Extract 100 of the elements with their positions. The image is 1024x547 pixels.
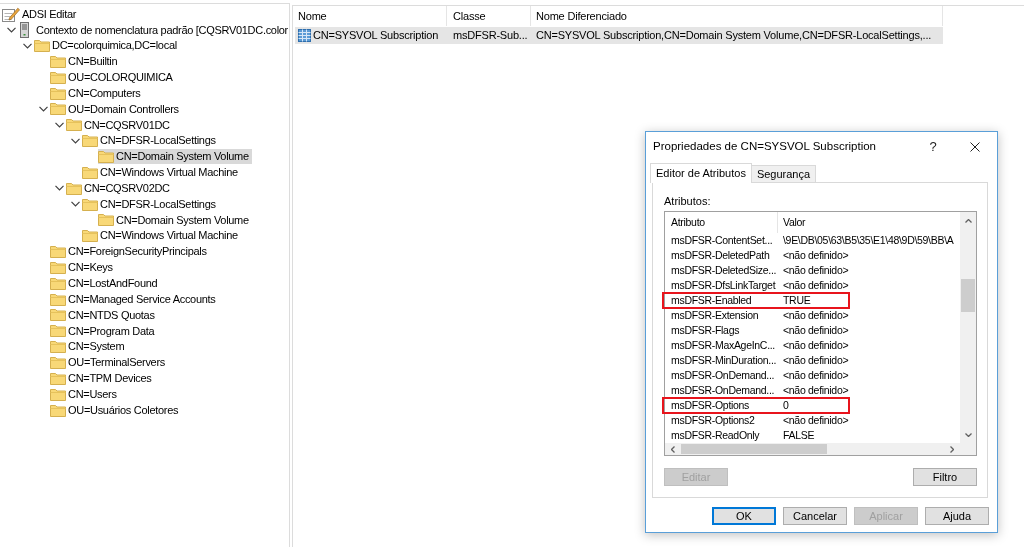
tree-item[interactable]: CN=TPM Devices xyxy=(50,370,155,387)
tree-item[interactable]: CN=Windows Virtual Machine xyxy=(82,164,241,181)
table-cell-text: msDFSR-Sub... xyxy=(453,28,528,44)
tree-item[interactable]: CN=LostAndFound xyxy=(50,275,161,292)
attribute-list[interactable] xyxy=(664,211,977,456)
folder-icon xyxy=(50,371,66,385)
chevron-down-icon[interactable] xyxy=(6,26,16,33)
table-cell-text: <não definido> xyxy=(782,277,850,293)
table-cell-text: msDFSR-ReadOnly xyxy=(670,427,761,443)
table-cell-text: <não definido> xyxy=(782,412,850,428)
table-cell-text: msDFSR-Flags xyxy=(670,322,741,338)
table-cell-text: msDFSR-DeletedPath xyxy=(670,247,771,263)
tree-item[interactable]: CN=Windows Virtual Machine xyxy=(82,227,241,244)
table-cell-text: msDFSR-ContentSet... xyxy=(670,232,774,248)
tree-item[interactable]: ADSI Editar xyxy=(2,6,80,22)
tree-item[interactable]: CN=Keys xyxy=(50,259,116,276)
tree-item[interactable]: CN=Builtin xyxy=(50,53,121,70)
chevron-down-icon[interactable] xyxy=(70,201,80,208)
tree-item[interactable]: CN=DFSR-LocalSettings xyxy=(82,132,219,149)
list-row[interactable]: CN=SYSVOL Subscription msDFSR-Sub... CN=SYSVOL Subscription,CN=Domain System Volume,CN=DFSR-LocalSettings,... xyxy=(295,27,943,44)
tree-item[interactable]: CN=Managed Service Accounts xyxy=(50,291,219,308)
tree-item[interactable]: CN=ForeignSecurityPrincipals xyxy=(50,243,210,260)
tree-item[interactable]: Contexto de nomenclatura padrão [CQSRV01DC.color xyxy=(18,21,291,38)
chevron-right-icon[interactable] xyxy=(950,445,954,453)
tree-item[interactable]: CN=Computers xyxy=(50,85,144,102)
table-cell-text: msDFSR-Options2 xyxy=(670,412,756,428)
folder-icon xyxy=(50,86,66,100)
tab[interactable]: Segurança xyxy=(751,165,817,182)
table-cell-text: msDFSR-DfsLinkTarget xyxy=(670,277,777,293)
tree-item[interactable]: CN=CQSRV02DC xyxy=(66,180,173,197)
table-cell-text: <não definido> xyxy=(782,262,850,278)
field-label: Atributos: xyxy=(664,194,711,208)
scrollbar-thumb[interactable] xyxy=(961,279,975,312)
table-cell-text: <não definido> xyxy=(782,382,850,398)
table-cell-text: msDFSR-DeletedSize... xyxy=(670,262,778,278)
push-button[interactable]: Cancelar xyxy=(783,507,847,525)
column-header[interactable]: Valor xyxy=(778,212,960,233)
table-cell-text: 0 xyxy=(782,397,790,413)
folder-icon xyxy=(98,213,114,227)
table-cell-text: msDFSR-Enabled xyxy=(670,292,753,308)
table-cell-text: msDFSR-OnDemand... xyxy=(670,382,776,398)
folder-icon xyxy=(50,54,66,68)
chevron-down-icon[interactable] xyxy=(38,106,48,112)
tab[interactable]: Editor de Atributos xyxy=(650,163,752,183)
help-button[interactable]: ? xyxy=(913,132,953,161)
tree-item[interactable]: CN=DFSR-LocalSettings xyxy=(82,196,219,212)
chevron-down-icon[interactable] xyxy=(70,137,80,144)
tree-item[interactable]: CN=Domain System Volume xyxy=(98,211,252,228)
chevron-down-icon[interactable] xyxy=(964,432,972,437)
column-header[interactable]: Nome Diferenciado xyxy=(531,6,943,26)
table-cell-text: \9E\DB\05\63\B5\35\E1\48\9D\59\BB\A xyxy=(782,232,955,248)
notepad-pencil-icon xyxy=(2,5,20,22)
column-header[interactable]: Classe xyxy=(447,6,531,26)
tree-item[interactable]: CN=Domain System Volume xyxy=(98,148,252,165)
push-button[interactable]: Filtro xyxy=(913,468,977,486)
table-icon xyxy=(298,29,311,42)
table-cell-text: msDFSR-Extension xyxy=(670,307,760,323)
chevron-down-icon[interactable] xyxy=(54,185,64,192)
tree-item[interactable]: DC=colorquimica,DC=local xyxy=(34,37,180,54)
folder-icon xyxy=(50,340,66,354)
folder-icon xyxy=(50,245,66,259)
folder-icon xyxy=(50,324,66,338)
tree-item[interactable]: CN=Users xyxy=(50,386,120,403)
folder-icon xyxy=(50,292,66,306)
push-button[interactable]: Ajuda xyxy=(925,507,989,525)
folder-icon xyxy=(98,150,114,163)
table-cell-text: FALSE xyxy=(782,427,816,443)
table-cell-text: msDFSR-OnDemand... xyxy=(670,367,776,383)
table-cell-text: <não definido> xyxy=(782,352,850,368)
table-cell-text: msDFSR-MinDuration... xyxy=(670,352,778,368)
tree-item[interactable]: CN=System xyxy=(50,338,128,355)
folder-icon xyxy=(50,403,66,417)
table-cell-text: <não definido> xyxy=(782,247,850,263)
table-cell-text: TRUE xyxy=(782,292,812,308)
window-title: Propriedades de CN=SYSVOL Subscription xyxy=(652,138,877,154)
chevron-up-icon[interactable] xyxy=(964,218,972,223)
tree-item[interactable]: OU=Domain Controllers xyxy=(50,101,182,117)
vertical-scrollbar[interactable] xyxy=(960,212,976,443)
chevron-left-icon[interactable] xyxy=(671,445,675,453)
column-header[interactable]: Atributo xyxy=(665,212,778,233)
folder-icon xyxy=(66,181,82,195)
tree-item[interactable]: OU=COLORQUIMICA xyxy=(50,69,176,86)
table-cell-text: CN=SYSVOL Subscription xyxy=(313,28,439,44)
tree-item[interactable]: CN=CQSRV01DC xyxy=(66,116,173,133)
close-icon xyxy=(970,141,980,152)
folder-icon xyxy=(82,165,98,179)
tree-item[interactable]: CN=Program Data xyxy=(50,322,158,339)
folder-icon xyxy=(66,118,82,132)
tree-item[interactable]: CN=NTDS Quotas xyxy=(50,307,158,323)
column-header[interactable]: Nome xyxy=(293,6,447,26)
folder-icon xyxy=(82,229,98,243)
chevron-down-icon[interactable] xyxy=(22,42,32,49)
folder-icon xyxy=(34,39,50,53)
push-button[interactable]: OK xyxy=(712,507,776,525)
horizontal-scrollbar[interactable] xyxy=(665,443,960,455)
scrollbar-thumb[interactable] xyxy=(681,444,827,454)
tree-item[interactable]: OU=Usuários Coletores xyxy=(50,402,182,418)
chevron-down-icon[interactable] xyxy=(54,121,64,128)
tree-item[interactable]: OU=TerminalServers xyxy=(50,354,168,371)
table-cell-text: <não definido> xyxy=(782,367,850,383)
